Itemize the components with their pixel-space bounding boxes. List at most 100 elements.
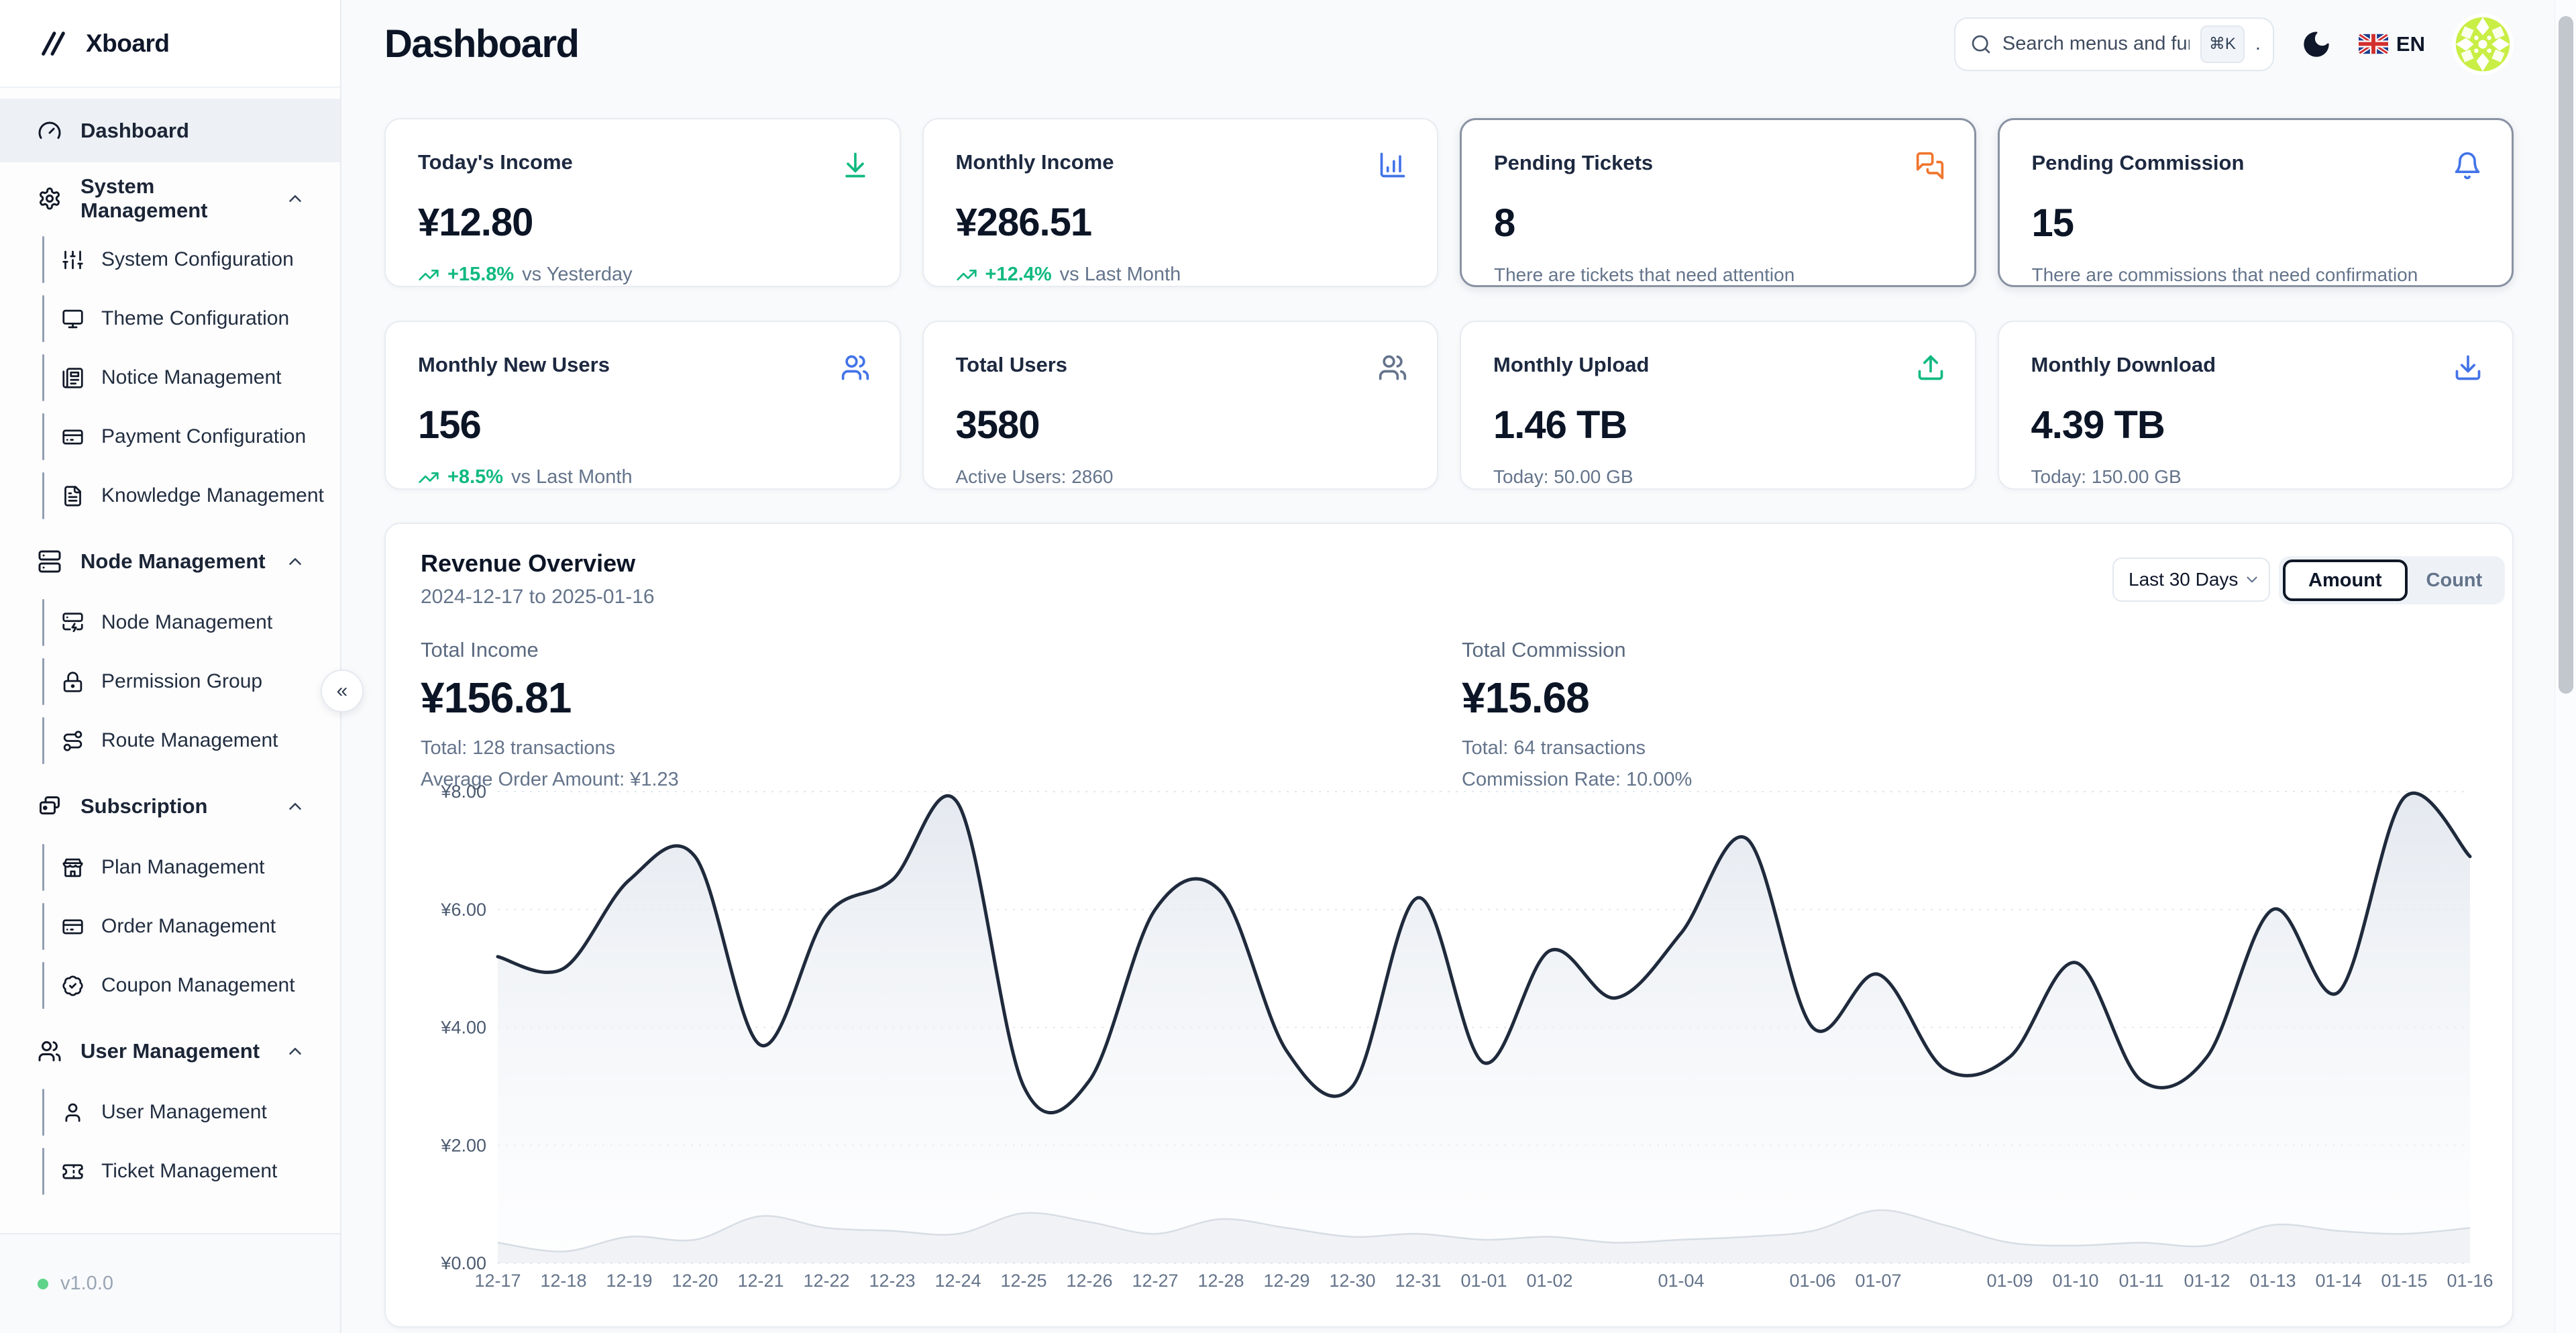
trend-value: +12.4% xyxy=(985,264,1052,286)
language-switcher[interactable]: EN xyxy=(2359,32,2425,56)
tickets-icon xyxy=(38,794,62,818)
svg-text:12-27: 12-27 xyxy=(1132,1271,1178,1291)
svg-text:12-24: 12-24 xyxy=(934,1271,981,1291)
revenue-date-range: 2024-12-17 to 2025-01-16 xyxy=(421,586,655,608)
avatar-identicon xyxy=(2452,13,2514,75)
sidebar-collapse-button[interactable]: « xyxy=(321,670,364,712)
total-income-value: ¥156.81 xyxy=(421,673,679,723)
svg-text:12-20: 12-20 xyxy=(672,1271,718,1291)
sidebar-item-knowledge-management[interactable]: Knowledge Management xyxy=(0,466,340,525)
status-dot xyxy=(38,1279,48,1289)
chart-column-icon xyxy=(1378,150,1407,180)
sidebar-item-ticket-management[interactable]: Ticket Management xyxy=(0,1142,340,1201)
app-logo[interactable]: Xboard xyxy=(0,0,340,88)
date-range-select[interactable]: Last 30 Days xyxy=(2112,557,2270,602)
svg-text:¥2.00: ¥2.00 xyxy=(440,1135,486,1155)
search-input[interactable]: Search menus and functio ⌘K . xyxy=(1954,17,2274,71)
svg-text:12-21: 12-21 xyxy=(737,1271,784,1291)
svg-text:01-07: 01-07 xyxy=(1855,1271,1901,1291)
app-version: v1.0.0 xyxy=(60,1273,113,1295)
sidebar-item-order-management[interactable]: Order Management xyxy=(0,897,340,956)
language-label: EN xyxy=(2396,32,2425,56)
sidebar-item-label: Dashboard xyxy=(80,119,189,143)
sidebar-group-label: System Management xyxy=(80,174,266,223)
stat-card-total-users: Total Users3580Active Users: 2860 xyxy=(922,321,1439,490)
sidebar-item-node-management[interactable]: Node Management xyxy=(0,593,340,652)
trend-note: vs Yesterday xyxy=(522,264,632,286)
sidebar-item-theme-configuration[interactable]: Theme Configuration xyxy=(0,289,340,348)
download-icon xyxy=(2453,353,2483,382)
badge-check-icon xyxy=(62,975,84,997)
stat-card-value: ¥286.51 xyxy=(956,200,1408,245)
sidebar-item-plan-management[interactable]: Plan Management xyxy=(0,838,340,897)
users-icon xyxy=(38,1039,62,1063)
trending-up-icon xyxy=(418,467,439,488)
sidebar-item-label: Order Management xyxy=(101,915,276,938)
svg-text:12-25: 12-25 xyxy=(1000,1271,1046,1291)
ticket-icon xyxy=(62,1161,84,1183)
sidebar-group-subscription[interactable]: Subscription xyxy=(0,774,340,838)
svg-text:12-17: 12-17 xyxy=(474,1271,521,1291)
sidebar-item-notice-management[interactable]: Notice Management xyxy=(0,348,340,407)
stat-card-trend: +12.4% vs Last Month xyxy=(956,264,1408,286)
stat-card-title: Monthly Upload xyxy=(1493,353,1649,377)
user-icon xyxy=(62,1102,84,1124)
stat-card-title: Pending Tickets xyxy=(1494,151,1653,175)
upload-icon xyxy=(1916,353,1945,382)
stat-card-monthly-new-users: Monthly New Users156+8.5%vs Last Month xyxy=(384,321,901,490)
svg-text:12-26: 12-26 xyxy=(1066,1271,1112,1291)
sidebar-nav: Dashboard System Management System Configu… xyxy=(0,88,340,1201)
sidebar-item-label: Coupon Management xyxy=(101,974,295,997)
avatar[interactable] xyxy=(2452,13,2514,75)
scrollbar-thumb[interactable] xyxy=(2559,16,2573,694)
logo-slashes-icon xyxy=(38,28,68,59)
sidebar-group-system-management[interactable]: System Management xyxy=(0,166,340,230)
trending-up-icon xyxy=(956,264,977,286)
svg-text:12-19: 12-19 xyxy=(606,1271,652,1291)
server-icon xyxy=(38,549,62,574)
svg-text:¥8.00: ¥8.00 xyxy=(440,782,486,802)
stat-card-title: Pending Commission xyxy=(2032,151,2245,175)
sliders-icon xyxy=(62,249,84,271)
stat-card-title: Today's Income xyxy=(418,150,573,174)
trend-note: vs Last Month xyxy=(1060,264,1181,286)
toggle-amount-button[interactable]: Amount xyxy=(2283,559,2408,601)
sidebar-item-route-management[interactable]: Route Management xyxy=(0,711,340,770)
page-scrollbar xyxy=(2555,0,2576,1333)
sidebar-item-coupon-management[interactable]: Coupon Management xyxy=(0,956,340,1015)
total-income-label: Total Income xyxy=(421,638,679,662)
stat-card-title: Monthly Income xyxy=(956,150,1114,174)
stat-card-value: 15 xyxy=(2032,201,2483,246)
svg-text:¥6.00: ¥6.00 xyxy=(440,900,486,920)
total-income-metric: Total Income ¥156.81 Total: 128 transact… xyxy=(421,638,679,791)
sidebar-group-user-management[interactable]: User Management xyxy=(0,1019,340,1083)
stat-card-note: Today: 150.00 GB xyxy=(2031,466,2483,488)
users-icon xyxy=(1378,353,1407,382)
sidebar-footer: v1.0.0 xyxy=(0,1233,340,1333)
monitor-icon xyxy=(62,308,84,330)
svg-text:01-06: 01-06 xyxy=(1789,1271,1835,1291)
toggle-count-button[interactable]: Count xyxy=(2408,570,2502,592)
revenue-chart: ¥0.00¥2.00¥4.00¥6.00¥8.0012-1712-1812-19… xyxy=(386,773,2515,1316)
stat-card-monthly-upload: Monthly Upload1.46 TBToday: 50.00 GB xyxy=(1460,321,1976,490)
sidebar-item-user-management[interactable]: User Management xyxy=(0,1083,340,1142)
topbar: Dashboard Search menus and functio ⌘K . xyxy=(343,0,2576,88)
svg-text:12-18: 12-18 xyxy=(540,1271,586,1291)
sidebar-group-node-management[interactable]: Node Management xyxy=(0,529,340,593)
sidebar-item-permission-group[interactable]: Permission Group xyxy=(0,652,340,711)
trending-up-icon xyxy=(418,264,439,286)
sidebar-item-payment-configuration[interactable]: Payment Configuration xyxy=(0,407,340,466)
amount-count-toggle: Amount Count xyxy=(2279,556,2505,604)
sidebar: Xboard Dashboard System Management System … xyxy=(0,0,341,1333)
stat-card-pending-commission: Pending Commission15There are commission… xyxy=(1998,118,2514,287)
sidebar-item-system-configuration[interactable]: System Configuration xyxy=(0,230,340,289)
stat-card-value: 3580 xyxy=(956,403,1408,447)
search-placeholder: Search menus and functio xyxy=(2002,33,2190,55)
file-text-icon xyxy=(62,485,84,507)
revenue-title: Revenue Overview xyxy=(421,549,635,578)
chevron-down-icon xyxy=(2243,571,2261,588)
theme-toggle-button[interactable] xyxy=(2301,29,2332,60)
stat-card-value: 4.39 TB xyxy=(2031,403,2483,447)
sidebar-item-dashboard[interactable]: Dashboard xyxy=(0,99,340,162)
svg-text:01-13: 01-13 xyxy=(2249,1271,2296,1291)
